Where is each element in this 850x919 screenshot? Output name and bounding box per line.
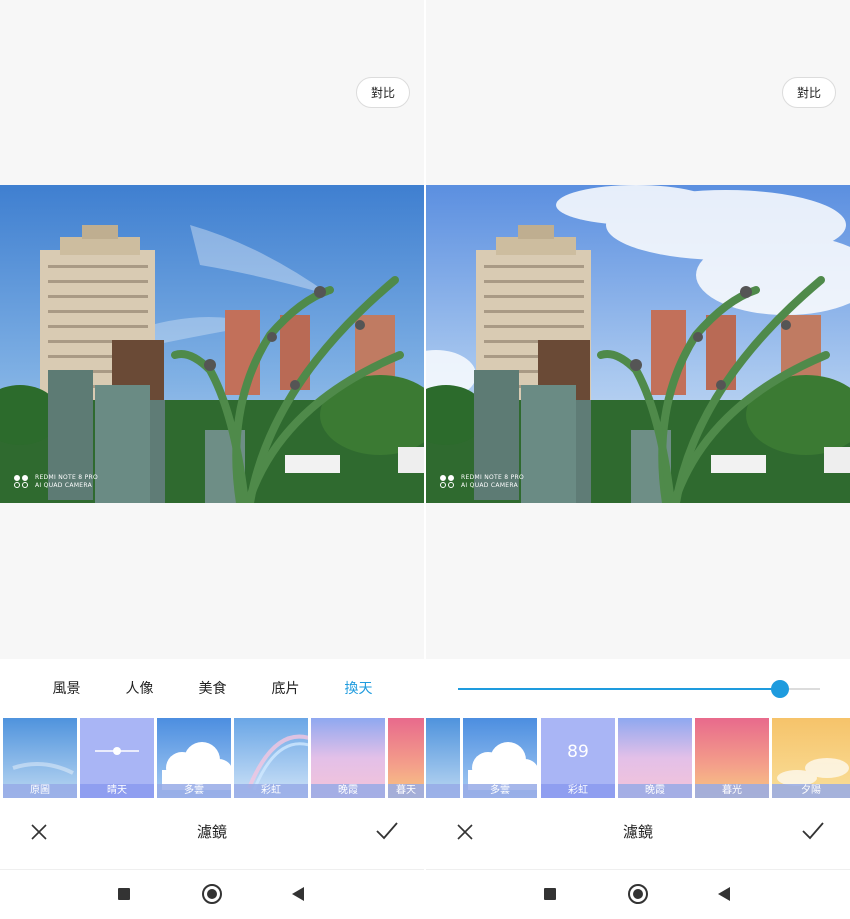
filter-name: 晴天 — [80, 784, 154, 798]
camera-logo-icon — [440, 475, 456, 489]
camera-watermark: REDMI NOTE 8 PRO AI QUAD CAMERA — [440, 474, 524, 490]
tab-sky-replace[interactable]: 換天 — [322, 677, 395, 701]
watermark-line-2: AI QUAD CAMERA — [461, 482, 519, 489]
filter-tile-rainbow[interactable]: 彩虹 — [234, 718, 308, 798]
filter-tile-original[interactable]: 原圖 — [3, 718, 77, 798]
watermark-line-2: AI QUAD CAMERA — [35, 482, 93, 489]
panel-title: 濾鏡 — [622, 823, 653, 841]
watermark-line-1: REDMI NOTE 8 PRO — [35, 474, 99, 481]
editor-panel-left: 對比 REDMI NOTE 8 PRO AI QUAD CAMERA 風景 人像… — [0, 0, 424, 919]
action-bar: 濾鏡 — [426, 817, 850, 847]
editor-bottom-sheet: 多雲 89 彩虹 晚霞 暮光 夕陽 濾鏡 — [426, 659, 850, 919]
tab-portrait[interactable]: 人像 — [103, 677, 176, 701]
back-triangle-icon[interactable] — [718, 887, 730, 901]
scene-image — [426, 185, 850, 503]
filter-name — [426, 784, 460, 798]
square-icon[interactable] — [544, 888, 556, 900]
filter-name: 暮光 — [695, 784, 769, 798]
check-icon[interactable] — [802, 821, 824, 841]
tab-food[interactable]: 美食 — [176, 677, 249, 701]
filter-tile-cloudy[interactable]: 多雲 — [157, 718, 231, 798]
scene-image — [0, 185, 424, 503]
filter-tile-evening-glow[interactable]: 晚霞 — [618, 718, 692, 798]
filter-tile-cloudy[interactable]: 多雲 — [463, 718, 537, 798]
filter-tile-sunset[interactable]: 夕陽 — [772, 718, 850, 798]
square-icon[interactable] — [118, 888, 130, 900]
filter-category-tabs: 風景 人像 美食 底片 換天 — [0, 677, 424, 701]
check-icon[interactable] — [376, 821, 398, 841]
editor-panel-right: 對比 REDMI NOTE 8 PRO AI QUAD CAMERA 多雲 89… — [426, 0, 850, 919]
filter-tile-partial[interactable] — [426, 718, 460, 798]
filter-intensity-value: 89 — [567, 742, 589, 762]
filter-name: 暮天 — [388, 784, 424, 798]
photo-preview: REDMI NOTE 8 PRO AI QUAD CAMERA — [0, 185, 424, 503]
camera-watermark: REDMI NOTE 8 PRO AI QUAD CAMERA — [14, 474, 98, 490]
system-nav-bar — [426, 869, 850, 919]
action-bar: 濾鏡 — [0, 817, 424, 847]
home-circle-icon[interactable] — [202, 884, 222, 904]
filter-tile-dusk[interactable]: 暮天 — [388, 718, 424, 798]
tab-film[interactable]: 底片 — [249, 677, 322, 701]
slider-adjust-icon — [95, 747, 139, 755]
compare-button[interactable]: 對比 — [356, 77, 410, 108]
filter-tile-evening-glow[interactable]: 晚霞 — [311, 718, 385, 798]
filter-name: 多雲 — [463, 784, 537, 798]
filter-strip: 原圖 晴天 多雲 彩虹 晚霞 暮天 — [3, 718, 424, 798]
slider-fill — [458, 688, 780, 690]
filter-tile-sunny[interactable]: 晴天 — [80, 718, 154, 798]
tab-scenery[interactable]: 風景 — [30, 677, 103, 701]
filter-name: 原圖 — [3, 784, 77, 798]
filter-name: 多雲 — [157, 784, 231, 798]
filter-name: 夕陽 — [772, 784, 850, 798]
home-circle-icon[interactable] — [628, 884, 648, 904]
filter-name: 彩虹 — [541, 784, 615, 798]
photo-preview: REDMI NOTE 8 PRO AI QUAD CAMERA — [426, 185, 850, 503]
watermark-line-1: REDMI NOTE 8 PRO — [461, 474, 525, 481]
system-nav-bar — [0, 869, 424, 919]
editor-bottom-sheet: 風景 人像 美食 底片 換天 原圖 晴天 多雲 彩虹 晚霞 暮天 濾鏡 — [0, 659, 424, 919]
camera-logo-icon — [14, 475, 30, 489]
intensity-slider[interactable] — [458, 677, 820, 701]
filter-name: 彩虹 — [234, 784, 308, 798]
compare-button[interactable]: 對比 — [782, 77, 836, 108]
panel-title: 濾鏡 — [196, 823, 227, 841]
filter-tile-rainbow[interactable]: 89 彩虹 — [541, 718, 615, 798]
filter-name: 晚霞 — [311, 784, 385, 798]
back-triangle-icon[interactable] — [292, 887, 304, 901]
filter-name: 晚霞 — [618, 784, 692, 798]
slider-thumb[interactable] — [771, 680, 789, 698]
filter-strip: 多雲 89 彩虹 晚霞 暮光 夕陽 — [426, 718, 850, 798]
filter-tile-twilight[interactable]: 暮光 — [695, 718, 769, 798]
